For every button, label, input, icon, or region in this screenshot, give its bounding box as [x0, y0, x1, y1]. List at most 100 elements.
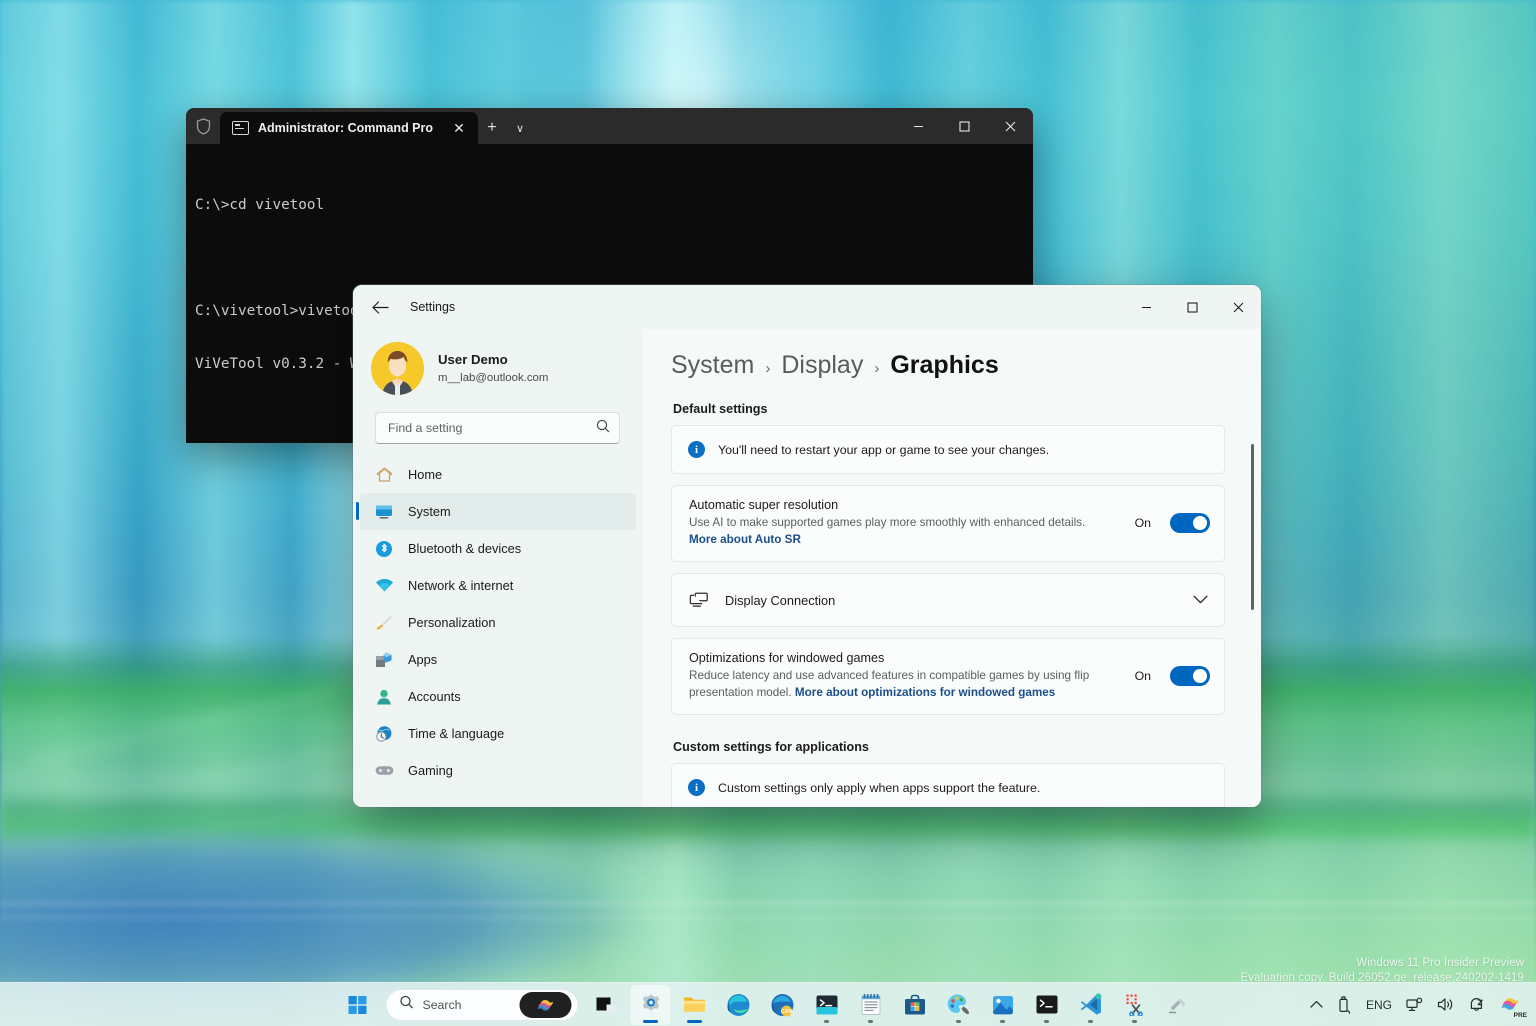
- new-tab-button[interactable]: +: [478, 112, 506, 144]
- sidebar-item-personalization[interactable]: Personalization: [360, 604, 636, 641]
- volume-icon[interactable]: [1431, 990, 1460, 1020]
- taskbar-item-edge-canary[interactable]: CAN: [763, 985, 803, 1025]
- running-indicator: [868, 1020, 873, 1023]
- windowed-games-toggle[interactable]: [1170, 666, 1210, 686]
- taskbar-item-terminal[interactable]: [807, 985, 847, 1025]
- terminal-titlebar[interactable]: Administrator: Command Pro ✕ + ∨: [186, 108, 1033, 144]
- chevron-down-icon[interactable]: [1193, 591, 1208, 609]
- close-icon[interactable]: [1215, 285, 1261, 329]
- settings-nav-list: Home System Bluetooth & devices: [353, 456, 643, 789]
- running-indicator: [824, 1020, 829, 1023]
- usb-eject-icon[interactable]: [1331, 990, 1358, 1020]
- start-button[interactable]: [338, 985, 378, 1025]
- windows-start-icon: [348, 995, 368, 1015]
- sidebar-item-apps[interactable]: Apps: [360, 641, 636, 678]
- terminal-tab[interactable]: Administrator: Command Pro ✕: [220, 112, 478, 144]
- windowed-games-row[interactable]: Optimizations for windowed games Reduce …: [671, 638, 1225, 715]
- maximize-icon[interactable]: [1169, 285, 1215, 329]
- running-indicator: [643, 1020, 658, 1023]
- running-indicator: [687, 1020, 702, 1023]
- search-container: [353, 395, 643, 444]
- home-icon: [374, 465, 394, 485]
- avatar: [371, 342, 424, 395]
- section-title-custom-settings: Custom settings for applications: [673, 740, 1225, 754]
- sidebar-item-gaming[interactable]: Gaming: [360, 752, 636, 789]
- vscode-icon: [1079, 993, 1102, 1016]
- minimize-icon[interactable]: [1123, 285, 1169, 329]
- back-arrow-icon[interactable]: [363, 292, 397, 322]
- sidebar-item-home[interactable]: Home: [360, 456, 636, 493]
- sidebar-item-system[interactable]: System: [360, 493, 636, 530]
- snipping-tool-icon: [1124, 993, 1146, 1016]
- settings-body: User Demo m__lab@outlook.com Hom: [353, 329, 1261, 807]
- chevron-right-icon: ›: [765, 360, 770, 377]
- windowed-games-description: Reduce latency and use advanced features…: [689, 668, 1125, 701]
- taskbar-search[interactable]: Search: [386, 989, 579, 1021]
- taskbar[interactable]: Search: [0, 982, 1536, 1026]
- search-input[interactable]: [388, 421, 596, 435]
- taskbar-item-powershell[interactable]: [1027, 985, 1067, 1025]
- terminal-window-controls[interactable]: [895, 108, 1033, 144]
- content-scrollbar[interactable]: [1251, 444, 1254, 610]
- close-icon[interactable]: ✕: [448, 117, 470, 139]
- edge-canary-icon: CAN: [771, 993, 795, 1017]
- sidebar-item-label: Bluetooth & devices: [408, 541, 521, 556]
- accounts-icon: [374, 687, 394, 707]
- settings-titlebar[interactable]: Settings: [353, 285, 1261, 329]
- auto-sr-learn-more-link[interactable]: More about Auto SR: [689, 533, 801, 546]
- settings-window[interactable]: Settings: [353, 285, 1261, 807]
- taskbar-item-microsoft-edge[interactable]: [719, 985, 759, 1025]
- find-a-setting-box[interactable]: [375, 412, 620, 444]
- notification-bell-icon[interactable]: [1462, 990, 1491, 1020]
- terminal-line: C:\>cd vivetool: [195, 197, 1033, 215]
- terminal-tab-title: Administrator: Command Pro: [258, 121, 433, 135]
- breadcrumb-item-system[interactable]: System: [671, 351, 754, 380]
- running-indicator: [956, 1020, 961, 1023]
- auto-sr-toggle[interactable]: [1170, 513, 1210, 533]
- taskbar-item-notepad[interactable]: [851, 985, 891, 1025]
- taskbar-item-lightshot[interactable]: [1159, 985, 1199, 1025]
- sidebar-item-time-language[interactable]: Time & language: [360, 715, 636, 752]
- user-profile[interactable]: User Demo m__lab@outlook.com: [353, 329, 643, 395]
- copilot-preview-badge: PRE: [1514, 1012, 1527, 1019]
- taskbar-item-task-view[interactable]: [587, 985, 627, 1025]
- maximize-icon[interactable]: [941, 108, 987, 144]
- auto-super-resolution-row[interactable]: Automatic super resolution Use AI to mak…: [671, 485, 1225, 562]
- minimize-icon[interactable]: [895, 108, 941, 144]
- taskbar-item-paint[interactable]: [939, 985, 979, 1025]
- close-icon[interactable]: [987, 108, 1033, 144]
- taskbar-item-vscode-insider[interactable]: [1071, 985, 1111, 1025]
- auto-sr-desc-text: Use AI to make supported games play more…: [689, 516, 1085, 529]
- copilot-tray-icon[interactable]: PRE: [1493, 990, 1528, 1020]
- taskbar-item-photos[interactable]: [983, 985, 1023, 1025]
- taskbar-item-file-explorer[interactable]: [675, 985, 715, 1025]
- sidebar-item-bluetooth-devices[interactable]: Bluetooth & devices: [360, 530, 636, 567]
- taskbar-item-settings[interactable]: [631, 985, 671, 1025]
- taskbar-item-snipping-tool[interactable]: [1115, 985, 1155, 1025]
- search-icon[interactable]: [596, 419, 610, 438]
- store-icon: [903, 994, 926, 1016]
- settings-window-controls[interactable]: [1123, 285, 1261, 329]
- taskbar-center-group: Search: [338, 983, 1199, 1026]
- edge-icon: [727, 993, 751, 1017]
- show-hidden-icons-icon[interactable]: [1304, 990, 1329, 1020]
- settings-gear-icon: [639, 993, 662, 1016]
- brush-icon: [374, 613, 394, 633]
- language-indicator[interactable]: ENG: [1360, 990, 1398, 1020]
- clock-globe-icon: [374, 724, 394, 744]
- windowed-games-text: Optimizations for windowed games Reduce …: [689, 651, 1125, 701]
- sidebar-item-label: Gaming: [408, 763, 453, 778]
- sidebar-item-network-internet[interactable]: Network & internet: [360, 567, 636, 604]
- taskbar-item-store[interactable]: [895, 985, 935, 1025]
- windowed-games-learn-more-link[interactable]: More about optimizations for windowed ga…: [795, 686, 1055, 699]
- breadcrumb-item-display[interactable]: Display: [781, 351, 863, 380]
- custom-banner-text: Custom settings only apply when apps sup…: [718, 781, 1040, 795]
- sidebar-item-label: Network & internet: [408, 578, 513, 593]
- display-connection-expander[interactable]: Display Connection: [671, 573, 1225, 627]
- network-icon[interactable]: [1400, 990, 1429, 1020]
- copilot-icon[interactable]: [520, 992, 572, 1018]
- sidebar-item-accounts[interactable]: Accounts: [360, 678, 636, 715]
- settings-sidebar: User Demo m__lab@outlook.com Hom: [353, 329, 643, 807]
- chevron-down-icon[interactable]: ∨: [506, 112, 534, 144]
- windowed-games-state-label: On: [1135, 669, 1151, 683]
